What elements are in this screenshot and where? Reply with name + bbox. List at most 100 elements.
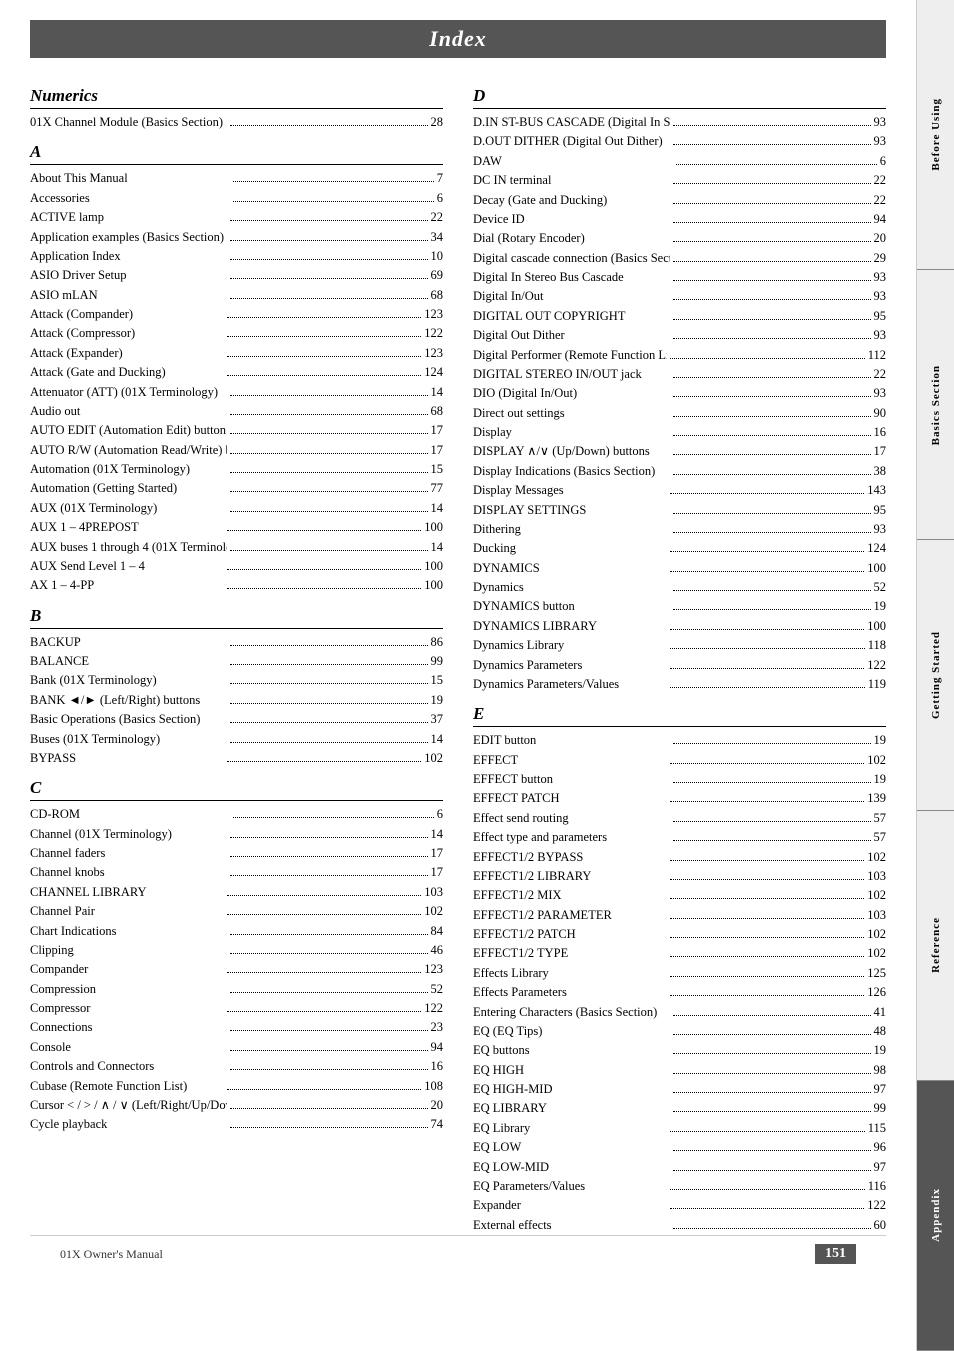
entry-dots (227, 530, 421, 531)
index-entry: Buses (01X Terminology)14 (30, 730, 443, 749)
entry-label: DAW (473, 152, 673, 171)
entry-dots (227, 588, 421, 589)
index-entry: DIGITAL STEREO IN/OUT jack22 (473, 365, 886, 384)
index-entry: Compression52 (30, 980, 443, 999)
entry-page: 139 (867, 789, 886, 808)
entry-label: Effects Parameters (473, 983, 667, 1002)
entry-label: Expander (473, 1196, 667, 1215)
entry-dots (670, 763, 864, 764)
entry-dots (227, 356, 421, 357)
entry-label: Attack (Compressor) (30, 324, 224, 343)
sidebar-tab-appendix[interactable]: Appendix (917, 1081, 954, 1351)
entry-page: 99 (874, 1099, 887, 1118)
section-header-e: E (473, 704, 886, 727)
entry-label: Cursor < / > / ∧ / ∨ (Left/Right/Up/Down… (30, 1096, 227, 1115)
entry-dots (673, 1092, 870, 1093)
entry-dots (230, 472, 427, 473)
entry-page: 143 (867, 481, 886, 500)
entry-label: Effect send routing (473, 809, 670, 828)
index-entry: Channel Pair102 (30, 902, 443, 921)
entry-label: EFFECT PATCH (473, 789, 667, 808)
column-right: DD.IN ST-BUS CASCADE (Digital In Stereo … (473, 76, 886, 1235)
index-entry: EQ LOW-MID97 (473, 1158, 886, 1177)
index-entry: Automation (01X Terminology) 15 (30, 460, 443, 479)
index-entry: EDIT button19 (473, 731, 886, 750)
entry-page: 86 (431, 633, 444, 652)
entry-page: 122 (867, 656, 886, 675)
entry-label: 01X Channel Module (Basics Section) (30, 113, 227, 132)
entry-label: Direct out settings (473, 404, 670, 423)
entry-dots (227, 375, 421, 376)
entry-dots (673, 609, 870, 610)
entry-page: 126 (867, 983, 886, 1002)
entry-page: 14 (431, 499, 444, 518)
entry-page: 93 (874, 268, 887, 287)
entry-page: 17 (431, 844, 444, 863)
entry-dots (670, 956, 864, 957)
entry-label: Controls and Connectors (30, 1057, 227, 1076)
page-title: Index (30, 20, 886, 58)
entry-label: About This Manual (30, 169, 230, 188)
entry-dots (230, 1050, 427, 1051)
entry-page: 52 (874, 578, 887, 597)
entry-page: 90 (874, 404, 887, 423)
entry-dots (670, 976, 864, 977)
entry-dots (227, 569, 421, 570)
entry-page: 93 (874, 520, 887, 539)
sidebar-tab-basics-section[interactable]: Basics Section (917, 270, 954, 540)
entry-dots (673, 416, 870, 417)
entry-dots (673, 144, 870, 145)
entry-page: 122 (867, 1196, 886, 1215)
section-header-c: C (30, 778, 443, 801)
entry-dots (227, 914, 421, 915)
entry-label: Device ID (473, 210, 670, 229)
entry-dots (670, 648, 864, 649)
entry-label: Cubase (Remote Function List) (30, 1077, 224, 1096)
index-entry: DAW6 (473, 152, 886, 171)
index-entry: EQ Parameters/Values116 (473, 1177, 886, 1196)
entry-page: 102 (867, 848, 886, 867)
entry-label: CD-ROM (30, 805, 230, 824)
index-entry: Display Indications (Basics Section)38 (473, 462, 886, 481)
entry-dots (233, 817, 433, 818)
entry-page: 125 (867, 964, 886, 983)
entry-page: 102 (867, 925, 886, 944)
entry-label: Attack (Gate and Ducking) (30, 363, 224, 382)
entry-page: 22 (874, 191, 887, 210)
entry-page: 15 (431, 460, 444, 479)
sidebar-tab-getting-started[interactable]: Getting Started (917, 540, 954, 810)
entry-page: 20 (431, 1096, 444, 1115)
index-entry: D.OUT DITHER (Digital Out Dither)93 (473, 132, 886, 151)
entry-label: Automation (01X Terminology) (30, 460, 227, 479)
entry-page: 124 (424, 363, 443, 382)
entry-page: 17 (431, 421, 444, 440)
entry-dots (673, 1150, 870, 1151)
entry-page: 20 (874, 229, 887, 248)
index-entry: D.IN ST-BUS CASCADE (Digital In Stereo B… (473, 113, 886, 132)
index-entry: DYNAMICS100 (473, 559, 886, 578)
index-entry: Chart Indications84 (30, 922, 443, 941)
entry-dots (673, 241, 870, 242)
sidebar-tab-before-using[interactable]: Before Using (917, 0, 954, 270)
entry-label: Dithering (473, 520, 670, 539)
index-entry: Effects Library125 (473, 964, 886, 983)
index-entry: Direct out settings 90 (473, 404, 886, 423)
entry-dots (230, 722, 427, 723)
entry-page: 123 (424, 305, 443, 324)
index-entry: EFFECT button19 (473, 770, 886, 789)
entry-page: 68 (431, 286, 444, 305)
entry-page: 19 (874, 1041, 887, 1060)
entry-label: Dynamics Parameters/Values (473, 675, 667, 694)
entry-label: BANK ◄/► (Left/Right) buttons (30, 691, 227, 710)
entry-page: 14 (431, 825, 444, 844)
index-entry: Controls and Connectors16 (30, 1057, 443, 1076)
index-entry: Attenuator (ATT) (01X Terminology)14 (30, 383, 443, 402)
index-entry: EFFECT1/2 TYPE102 (473, 944, 886, 963)
entry-dots (227, 761, 421, 762)
index-entry: AUX Send Level 1 – 4100 (30, 557, 443, 576)
columns-wrapper: Numerics01X Channel Module (Basics Secti… (30, 76, 886, 1235)
sidebar-tab-reference[interactable]: Reference (917, 811, 954, 1081)
entry-dots (230, 1030, 427, 1031)
entry-label: BALANCE (30, 652, 227, 671)
entry-dots (230, 220, 427, 221)
